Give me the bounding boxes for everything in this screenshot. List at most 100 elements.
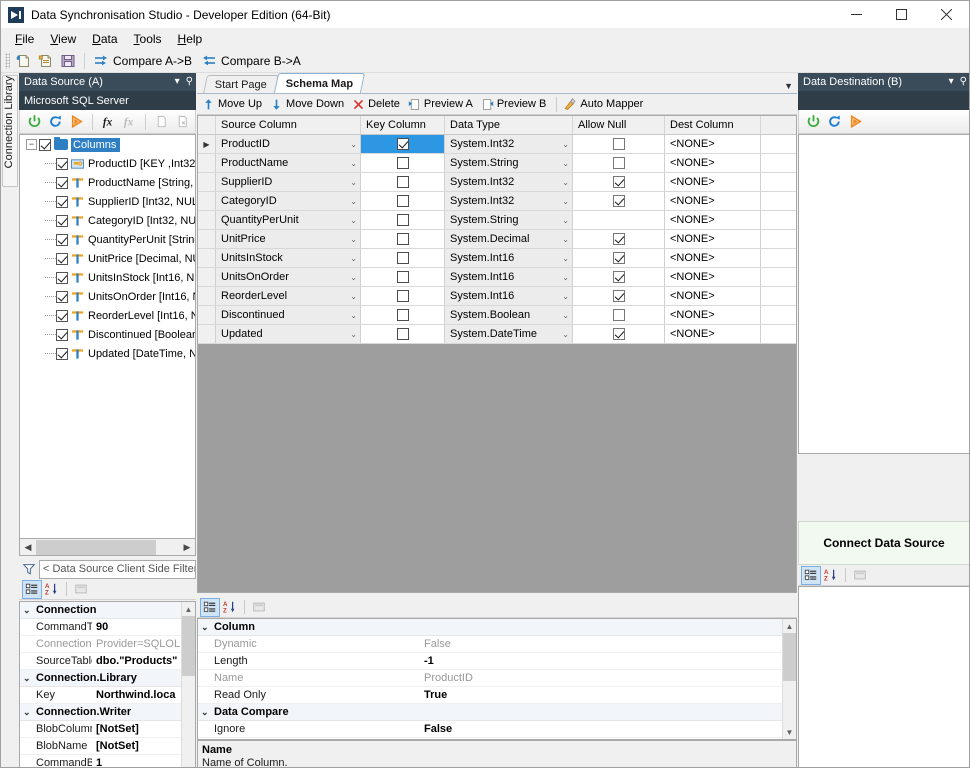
chevron-down-icon[interactable]: ⌄ — [350, 249, 357, 267]
menu-help[interactable]: Help — [170, 29, 211, 49]
paste-icon[interactable] — [172, 112, 193, 132]
chevron-down-icon[interactable]: ⌄ — [562, 173, 569, 191]
tree-item-checkbox[interactable] — [56, 309, 68, 322]
property-value[interactable]: ProductID — [420, 672, 783, 684]
allow-null-checkbox[interactable] — [612, 309, 625, 321]
destination-tree[interactable] — [798, 134, 969, 454]
allow-null-cell[interactable] — [573, 325, 665, 343]
key-column-cell[interactable] — [361, 325, 445, 343]
chevron-down-icon[interactable]: ⌄ — [562, 268, 569, 286]
chevron-down-icon[interactable]: ⌄ — [23, 707, 36, 718]
chevron-down-icon[interactable]: ⌄ — [350, 287, 357, 305]
source-column-cell[interactable]: CategoryID ⌄ — [216, 192, 361, 210]
key-column-checkbox[interactable] — [396, 138, 409, 150]
header-data-type[interactable]: Data Type — [445, 116, 573, 134]
key-column-checkbox[interactable] — [396, 176, 409, 188]
header-source-column[interactable]: Source Column — [216, 116, 361, 134]
key-column-checkbox[interactable] — [396, 271, 409, 283]
tree-item-checkbox[interactable] — [56, 347, 68, 360]
menu-data[interactable]: Data — [84, 29, 125, 49]
run-icon[interactable] — [845, 112, 866, 132]
schema-map-grid[interactable]: Source Column Key Column Data Type Allow… — [197, 115, 797, 593]
data-type-cell[interactable]: System.Int16 ⌄ — [445, 249, 573, 267]
source-column-cell[interactable]: ReorderLevel ⌄ — [216, 287, 361, 305]
tab-schema-map[interactable]: Schema Map — [273, 73, 366, 93]
table-row[interactable]: ProductName ⌄ System.String ⌄ <NONE> — [198, 154, 796, 173]
chevron-down-icon[interactable]: ⌄ — [562, 249, 569, 267]
key-column-checkbox[interactable] — [396, 290, 409, 302]
tree-root-row[interactable]: − Columns — [20, 135, 195, 154]
row-header[interactable] — [198, 173, 216, 191]
property-row[interactable]: ModeTargetNotEqual — [198, 738, 783, 739]
chevron-down-icon[interactable]: ⌄ — [562, 192, 569, 210]
property-value[interactable]: 90 — [92, 621, 183, 633]
data-type-cell[interactable]: System.Int16 ⌄ — [445, 268, 573, 286]
key-column-cell[interactable] — [361, 287, 445, 305]
property-value[interactable]: True — [420, 689, 783, 701]
connection-library-tab[interactable]: Connection Library — [2, 75, 18, 187]
source-column-cell[interactable]: UnitPrice ⌄ — [216, 230, 361, 248]
chevron-down-icon[interactable]: ⌄ — [350, 306, 357, 324]
key-column-cell[interactable] — [361, 192, 445, 210]
row-header[interactable] — [198, 211, 216, 229]
property-value[interactable]: [NotSet] — [92, 723, 183, 735]
property-row[interactable]: Name ProductID — [198, 670, 783, 687]
table-row[interactable]: SupplierID ⌄ System.Int32 ⌄ <NONE> — [198, 173, 796, 192]
tree-item[interactable]: UnitsInStock [Int16, NU — [20, 268, 195, 287]
chevron-down-icon[interactable]: ⌄ — [23, 605, 36, 616]
preview-a-button[interactable]: Preview A — [406, 95, 479, 114]
tree-item-checkbox[interactable] — [56, 214, 68, 227]
property-value[interactable]: [NotSet] — [92, 740, 183, 752]
data-type-cell[interactable]: System.Int32 ⌄ — [445, 192, 573, 210]
property-value[interactable]: False — [420, 723, 783, 735]
save-project-icon[interactable] — [57, 51, 79, 71]
allow-null-checkbox[interactable] — [612, 271, 625, 283]
key-column-cell[interactable] — [361, 230, 445, 248]
header-allow-null[interactable]: Allow Null — [573, 116, 665, 134]
header-dest-column[interactable]: Dest Column — [665, 116, 761, 134]
row-header[interactable] — [198, 230, 216, 248]
tree-item[interactable]: ProductID [KEY ,Int32, — [20, 154, 195, 173]
table-row[interactable]: UnitsInStock ⌄ System.Int16 ⌄ <NONE> — [198, 249, 796, 268]
chevron-down-icon[interactable]: ⌄ — [562, 306, 569, 324]
row-header[interactable] — [198, 268, 216, 286]
source-column-cell[interactable]: ProductID ⌄ — [216, 135, 361, 153]
table-row[interactable]: ReorderLevel ⌄ System.Int16 ⌄ <NONE> — [198, 287, 796, 306]
table-row[interactable]: UnitsOnOrder ⌄ System.Int16 ⌄ <NONE> — [198, 268, 796, 287]
scroll-thumb[interactable] — [36, 539, 156, 555]
dest-column-cell[interactable]: <NONE> — [665, 249, 761, 267]
chevron-down-icon[interactable]: ⌄ — [562, 287, 569, 305]
left-property-grid[interactable]: ⌄ Connection CommandT 90 Connection Provider=… — [19, 601, 196, 767]
scroll-thumb[interactable] — [783, 633, 796, 681]
source-column-cell[interactable]: UnitsInStock ⌄ — [216, 249, 361, 267]
maximize-button[interactable] — [879, 1, 924, 28]
scroll-up-icon[interactable]: ▲ — [783, 619, 796, 633]
open-project-icon[interactable] — [35, 51, 57, 71]
property-value[interactable]: dbo."Products" — [92, 655, 183, 667]
panel-dropdown-icon[interactable]: ▾ — [175, 77, 180, 87]
data-type-cell[interactable]: System.DateTime ⌄ — [445, 325, 573, 343]
tab-start-page[interactable]: Start Page — [203, 75, 279, 93]
allow-null-cell[interactable] — [573, 192, 665, 210]
allow-null-cell[interactable] — [573, 268, 665, 286]
center-property-scrollbar[interactable]: ▲ ▼ — [782, 619, 796, 739]
tree-item-checkbox[interactable] — [56, 290, 68, 303]
key-column-cell[interactable] — [361, 173, 445, 191]
property-category[interactable]: ⌄ Connection — [20, 602, 183, 619]
dest-column-cell[interactable]: <NONE> — [665, 192, 761, 210]
allow-null-cell[interactable] — [573, 135, 665, 153]
allow-null-cell[interactable] — [573, 230, 665, 248]
categorized-view-icon[interactable] — [801, 565, 821, 585]
scroll-track[interactable] — [36, 539, 179, 555]
power-icon[interactable] — [24, 112, 45, 132]
chevron-down-icon[interactable]: ⌄ — [562, 211, 569, 229]
key-column-cell[interactable] — [361, 306, 445, 324]
property-row[interactable]: Read Only True — [198, 687, 783, 704]
property-row[interactable]: CommandB 1 — [20, 755, 183, 767]
new-project-icon[interactable] — [13, 51, 35, 71]
chevron-down-icon[interactable]: ⌄ — [350, 268, 357, 286]
chevron-down-icon[interactable]: ⌄ — [350, 325, 357, 343]
tree-item[interactable]: SupplierID [Int32, NULL — [20, 192, 195, 211]
key-column-checkbox[interactable] — [396, 233, 409, 245]
pin-icon[interactable]: ⚲ — [960, 77, 967, 87]
